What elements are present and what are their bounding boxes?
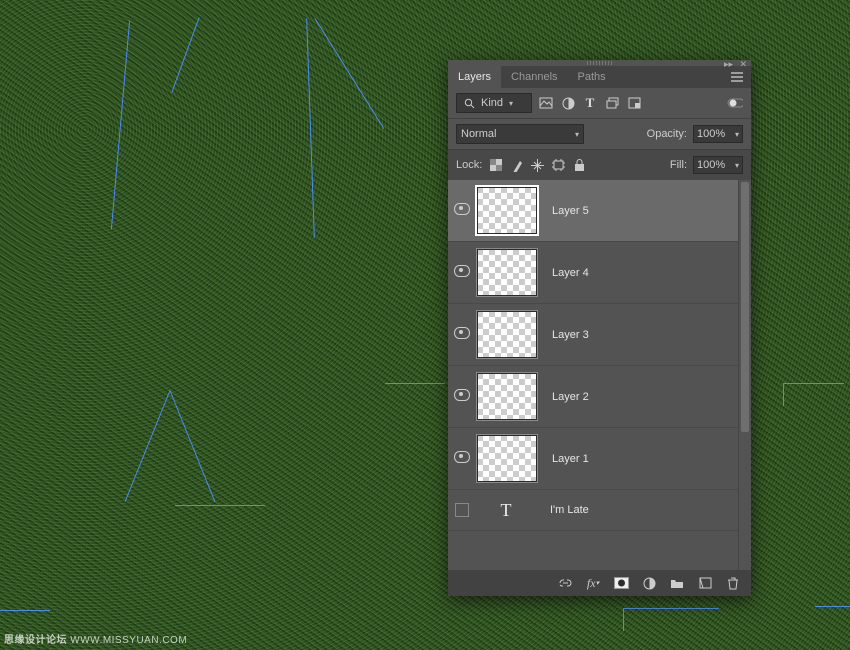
layer-name[interactable]: Layer 5 [552, 205, 589, 217]
visibility-toggle[interactable] [448, 327, 476, 342]
path-segment [171, 17, 199, 93]
blend-mode-select[interactable]: Normal ▾ [456, 124, 584, 144]
layer-name[interactable]: Layer 3 [552, 329, 589, 341]
layer-thumbnail[interactable] [476, 310, 538, 359]
path-segment [306, 18, 315, 238]
eye-icon [454, 265, 470, 277]
path-segment [385, 383, 445, 384]
panel-tabs: Layers Channels Paths [448, 66, 751, 88]
opacity-label: Opacity: [647, 128, 687, 140]
lock-transparency-icon[interactable] [488, 158, 503, 173]
visibility-toggle[interactable] [448, 389, 476, 404]
chevron-down-icon: ▾ [735, 130, 739, 139]
filter-pixel-icon[interactable] [538, 95, 554, 111]
layer-thumbnail[interactable] [476, 434, 538, 483]
watermark: 思缘设计论坛 WWW.MISSYUAN.COM [4, 631, 187, 646]
chevron-down-icon: ▾ [575, 130, 579, 139]
layer-row[interactable]: Layer 5 [448, 180, 738, 242]
filter-row: Kind ▾ T [448, 88, 751, 118]
filter-shape-icon[interactable] [604, 95, 620, 111]
visibility-toggle[interactable] [448, 490, 476, 530]
visibility-toggle[interactable] [448, 451, 476, 466]
path-segment [111, 20, 130, 229]
visibility-toggle[interactable] [448, 203, 476, 218]
layer-row[interactable]: Layer 3 [448, 304, 738, 366]
visibility-toggle[interactable] [448, 265, 476, 280]
lock-label: Lock: [456, 159, 482, 171]
layer-row-text[interactable]: T I'm Late [448, 490, 738, 531]
tab-layers[interactable]: Layers [448, 66, 501, 88]
path-segment [0, 610, 50, 611]
tab-paths[interactable]: Paths [568, 66, 616, 88]
scrollbar-thumb[interactable] [741, 182, 749, 432]
lock-row: Lock: Fill: 100% ▾ [448, 150, 751, 180]
panel-drag-bar[interactable]: ▸▸ ✕ [448, 60, 751, 66]
collapse-icon[interactable]: ▸▸ [724, 59, 733, 70]
path-segment [815, 606, 850, 607]
layer-row[interactable]: Layer 2 [448, 366, 738, 428]
filter-type-icon[interactable]: T [582, 95, 598, 111]
layer-thumbnail[interactable] [476, 372, 538, 421]
layer-name[interactable]: Layer 2 [552, 391, 589, 403]
lock-artboard-icon[interactable] [551, 158, 566, 173]
layer-style-icon[interactable]: fx▾ [585, 575, 601, 591]
filter-toggle-switch[interactable] [727, 95, 743, 111]
fill-input[interactable]: 100% ▾ [693, 156, 743, 174]
blend-row: Normal ▾ Opacity: 100% ▾ [448, 119, 751, 149]
eye-icon [454, 389, 470, 401]
filter-adjustment-icon[interactable] [560, 95, 576, 111]
search-icon [461, 95, 477, 111]
layer-thumbnail[interactable] [476, 248, 538, 297]
type-layer-icon: T [476, 500, 536, 521]
eye-icon [454, 327, 470, 339]
filter-kind-label: Kind [481, 97, 503, 109]
layer-row[interactable]: Layer 4 [448, 242, 738, 304]
layer-name[interactable]: I'm Late [550, 504, 589, 516]
layer-name[interactable]: Layer 4 [552, 267, 589, 279]
fill-value: 100% [697, 159, 725, 171]
opacity-input[interactable]: 100% ▾ [693, 125, 743, 143]
layers-panel: ▸▸ ✕ Layers Channels Paths Kind ▾ T Norm… [448, 60, 751, 596]
grip-icon [587, 61, 613, 65]
link-layers-icon[interactable] [557, 575, 573, 591]
path-segment [170, 390, 216, 502]
group-icon[interactable] [669, 575, 685, 591]
fill-label: Fill: [670, 159, 687, 171]
lock-position-icon[interactable] [530, 158, 545, 173]
panel-menu-icon[interactable] [731, 72, 745, 82]
path-segment [623, 608, 719, 631]
layer-row[interactable]: Layer 1 [448, 428, 738, 490]
layer-name[interactable]: Layer 1 [552, 453, 589, 465]
chevron-down-icon: ▾ [735, 161, 739, 170]
opacity-value: 100% [697, 128, 725, 140]
adjustment-layer-icon[interactable] [641, 575, 657, 591]
blend-mode-value: Normal [461, 128, 496, 140]
filter-smartobject-icon[interactable] [626, 95, 642, 111]
filter-kind-select[interactable]: Kind ▾ [456, 93, 532, 113]
eye-icon [454, 203, 470, 215]
delete-layer-icon[interactable] [725, 575, 741, 591]
chevron-down-icon: ▾ [509, 99, 513, 108]
layer-thumbnail[interactable] [476, 186, 538, 235]
layer-mask-icon[interactable] [613, 575, 629, 591]
panel-footer: fx▾ [448, 570, 751, 596]
scrollbar[interactable] [738, 180, 751, 570]
layer-list: Layer 5 Layer 4 Layer 3 Layer 2 Layer 1 T I'm … [448, 180, 751, 570]
lock-all-icon[interactable] [572, 158, 587, 173]
path-segment [315, 18, 385, 129]
close-icon[interactable]: ✕ [739, 59, 747, 70]
new-layer-icon[interactable] [697, 575, 713, 591]
path-segment [783, 383, 844, 406]
eye-icon [454, 451, 470, 463]
tab-channels[interactable]: Channels [501, 66, 567, 88]
path-segment [175, 505, 265, 506]
path-segment [125, 390, 171, 502]
lock-pixels-icon[interactable] [509, 158, 524, 173]
